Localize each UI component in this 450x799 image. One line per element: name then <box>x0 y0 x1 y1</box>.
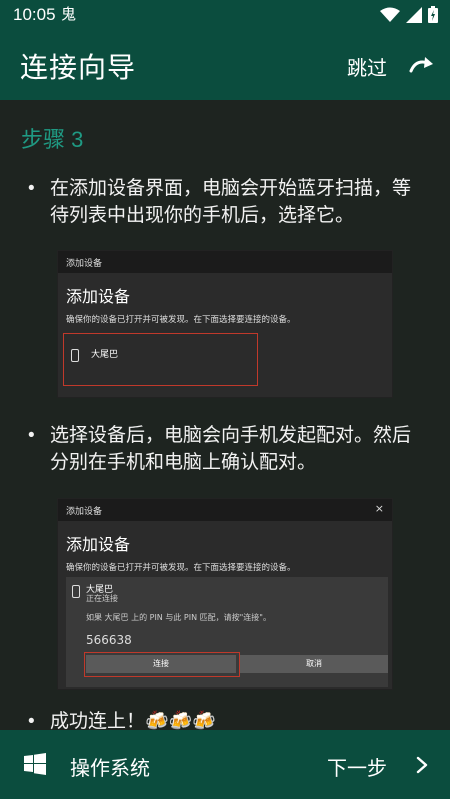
wifi-icon <box>380 7 400 22</box>
system-icons <box>380 6 438 23</box>
bullet-item: • 选择设备后，电脑会向手机发起配对。然后分别在手机和电脑上确认配对。 <box>28 422 428 476</box>
phone-icon <box>72 585 80 598</box>
window-title: 添加设备 <box>66 259 103 269</box>
bullet-dot: • <box>28 425 35 446</box>
bullet-text: 成功连上！🍻🍻🍻 <box>50 711 216 730</box>
notification-icon: 鬼 <box>61 5 77 25</box>
app-bar: 连接向导 跳过 <box>0 30 450 100</box>
close-icon: × <box>374 502 384 515</box>
next-button[interactable]: 下一步 <box>327 752 387 781</box>
skip-button[interactable]: 跳过 <box>347 52 387 81</box>
battery-icon <box>428 6 438 23</box>
screenshot-add-device-list: 添加设备 添加设备 确保你的设备已打开并可被发现。在下面选择要连接的设备。 大尾… <box>57 250 393 398</box>
highlight-box <box>84 652 240 677</box>
dialog-heading: 添加设备 <box>66 535 131 554</box>
status-time: 10:05 <box>13 5 56 24</box>
pin-code: 566638 <box>86 633 132 647</box>
svg-text:鬼: 鬼 <box>61 5 76 21</box>
step-heading: 步骤 3 <box>21 127 84 152</box>
dialog-subtitle: 确保你的设备已打开并可被发现。在下面选择要连接的设备。 <box>66 563 296 573</box>
wizard-content[interactable]: 步骤 3 • 在添加设备界面，电脑会开始蓝牙扫描，等待列表中出现你的手机后，选择… <box>0 100 450 730</box>
screenshot-pairing: 添加设备 × 添加设备 确保你的设备已打开并可被发现。在下面选择要连接的设备。 … <box>57 498 393 690</box>
bullet-text: 选择设备后，电脑会向手机发起配对。然后分别在手机和电脑上确认配对。 <box>50 425 412 473</box>
chevron-right-icon[interactable] <box>416 756 428 774</box>
bullet-dot: • <box>28 178 35 199</box>
dialog-heading: 添加设备 <box>66 287 131 306</box>
bottom-bar: 操作系统 下一步 <box>0 730 450 799</box>
window-titlebar: 添加设备 <box>58 251 392 273</box>
redo-icon[interactable] <box>408 53 436 77</box>
bullet-text: 在添加设备界面，电脑会开始蓝牙扫描，等待列表中出现你的手机后，选择它。 <box>50 178 412 226</box>
device-name: 大尾巴 <box>91 350 119 360</box>
windows-icon <box>24 753 46 775</box>
window-titlebar: 添加设备 × <box>58 499 392 521</box>
bullet-dot: • <box>28 711 35 730</box>
pin-prompt: 如果 大尾巴 上的 PIN 与此 PIN 匹配，请按"连接"。 <box>86 613 271 622</box>
dialog-subtitle: 确保你的设备已打开并可被发现。在下面选择要连接的设备。 <box>66 315 296 325</box>
phone-icon <box>71 349 79 362</box>
bullet-item: • 在添加设备界面，电脑会开始蓝牙扫描，等待列表中出现你的手机后，选择它。 <box>28 175 428 229</box>
bullet-item: • 成功连上！🍻🍻🍻 <box>28 708 428 730</box>
cancel-button: 取消 <box>240 655 388 673</box>
device-status: 正在连接 <box>86 594 118 603</box>
page-title: 连接向导 <box>20 52 137 83</box>
status-bar: 10:05 鬼 <box>0 0 450 30</box>
os-label[interactable]: 操作系统 <box>70 752 150 781</box>
signal-icon <box>406 6 422 23</box>
window-title: 添加设备 <box>66 507 103 517</box>
